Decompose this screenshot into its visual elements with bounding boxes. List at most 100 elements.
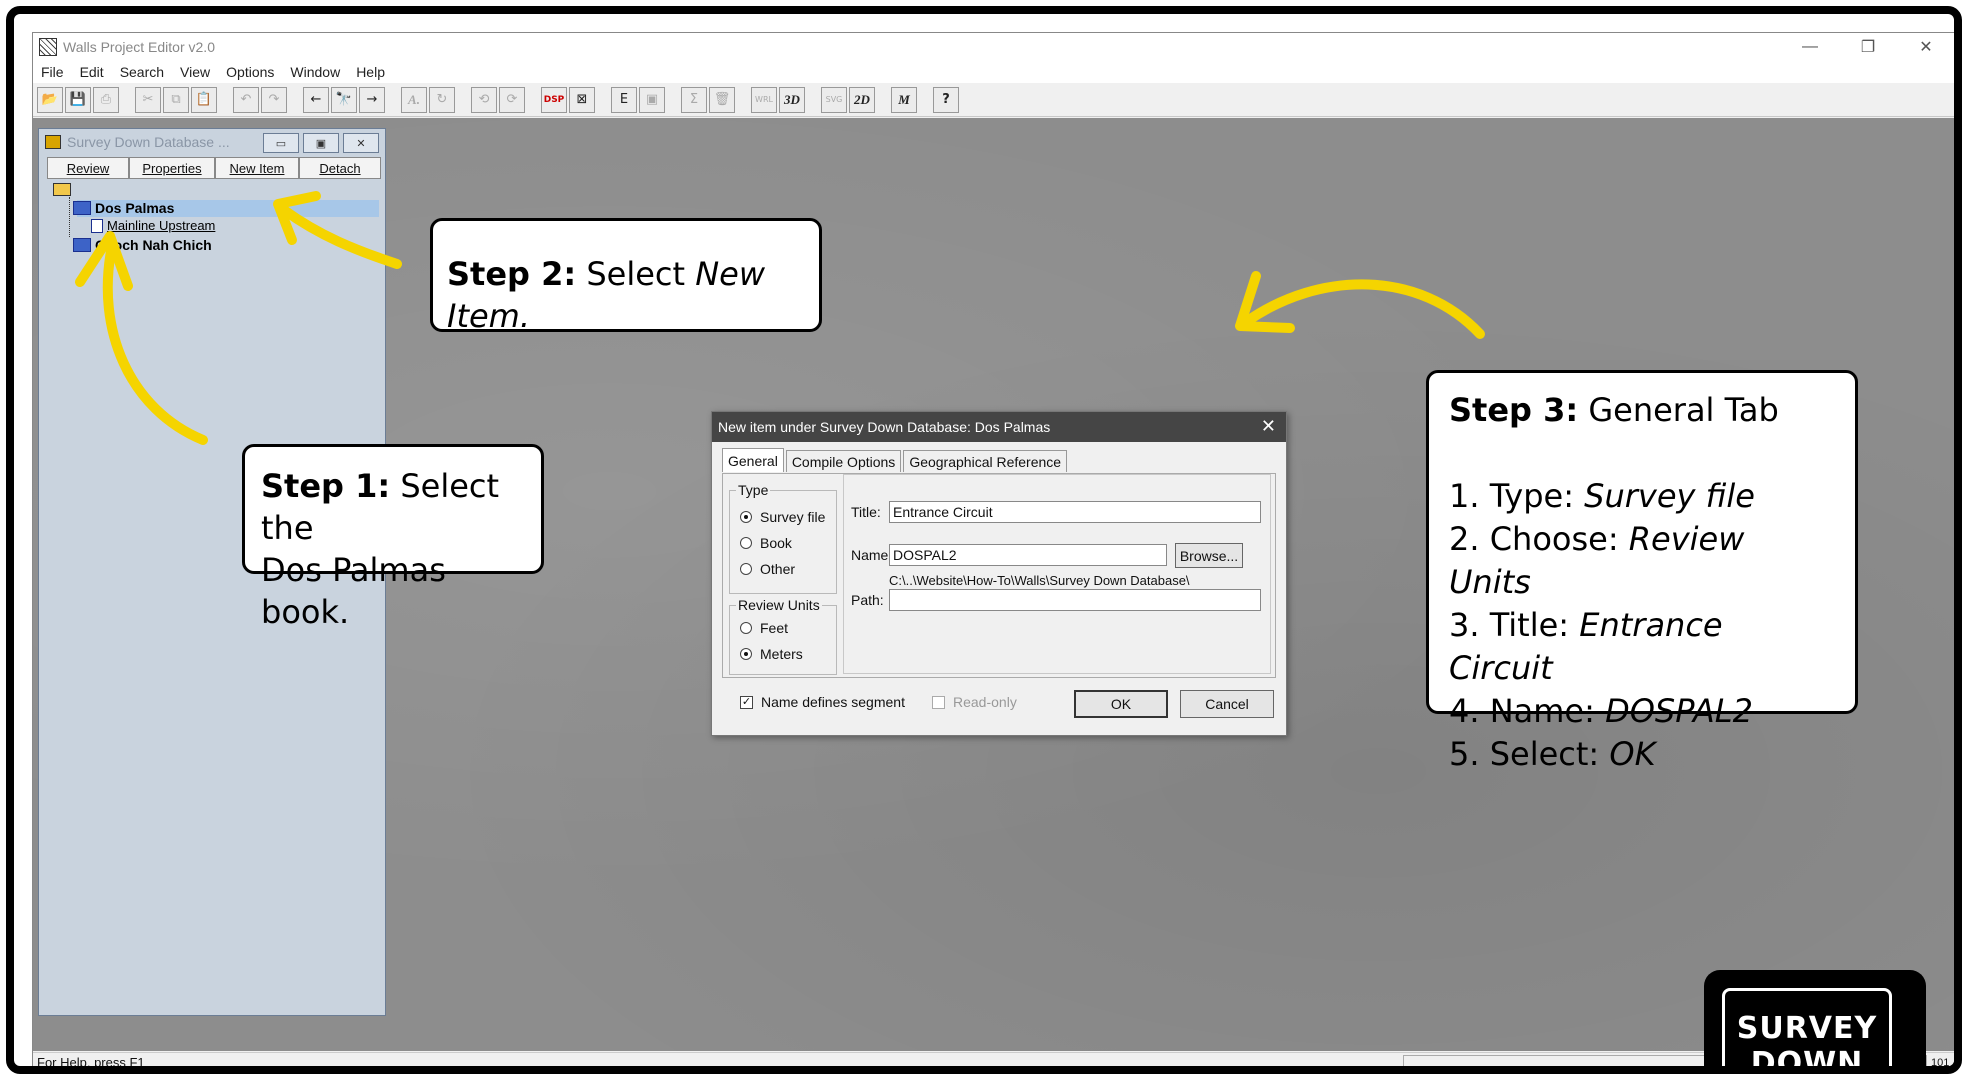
checkbox-icon — [932, 695, 945, 709]
edit-properties-icon[interactable]: E — [611, 86, 637, 113]
step2-text: Select — [576, 255, 696, 293]
step3-item: 5. Select: OK — [1449, 735, 1656, 773]
paste-icon[interactable]: 📋 — [191, 86, 217, 113]
print-icon[interactable]: ⎙ — [93, 86, 119, 113]
export-icon[interactable]: ⊠ — [569, 86, 595, 113]
menu-view[interactable]: View — [172, 64, 218, 80]
3d-view-icon[interactable]: 3D — [779, 86, 805, 113]
step3-label: Step 3: — [1449, 391, 1579, 429]
screenshot-frame: Walls Project Editor v2.0 — ❐ ✕ File Edi… — [6, 6, 1962, 1074]
radio-survey-file[interactable]: Survey file — [740, 509, 825, 525]
title-bar: Walls Project Editor v2.0 — ❐ ✕ — [33, 33, 1954, 61]
project-close-button[interactable]: ✕ — [343, 133, 379, 153]
tree-item-choch-nah-chich[interactable]: Choch Nah Chich — [73, 237, 212, 253]
new-item-button[interactable]: New Item — [215, 157, 299, 179]
radio-book[interactable]: Book — [740, 535, 792, 551]
delete-icon[interactable]: 🗑 — [709, 86, 735, 113]
sum-icon[interactable]: Σ — [681, 86, 707, 113]
step1-label: Step 1: — [261, 467, 391, 505]
step3-item: 4. Name: DOSPAL2 — [1449, 692, 1753, 730]
unlink-icon[interactable]: ⟳ — [499, 86, 525, 113]
menu-file[interactable]: File — [33, 64, 72, 80]
add-item-icon[interactable]: ▣ — [639, 86, 665, 113]
name-input[interactable]: DOSPAL2 — [889, 544, 1167, 566]
rename-icon[interactable]: A. — [401, 86, 427, 113]
menu-options[interactable]: Options — [218, 64, 282, 80]
radio-label: Other — [760, 561, 796, 577]
logo-line2: DOWN — [1750, 1046, 1864, 1074]
radio-feet[interactable]: Feet — [740, 620, 788, 636]
survey-file-icon — [91, 218, 103, 233]
title-input[interactable]: Entrance Circuit — [889, 501, 1261, 523]
tree-item-mainline-upstream[interactable]: Mainline Upstream — [91, 218, 215, 233]
step3-item: 2. Choose: Review Units — [1449, 520, 1745, 601]
browse-button[interactable]: Browse... — [1175, 543, 1243, 568]
menu-help[interactable]: Help — [348, 64, 393, 80]
review-units-group: Review Units Feet Meters — [729, 597, 837, 675]
step3-callout: Step 3: General Tab 1. Type: Survey file… — [1426, 370, 1858, 773]
properties-button[interactable]: Properties — [129, 157, 215, 179]
step3-item: 3. Title: Entrance Circuit — [1449, 606, 1723, 687]
dialog-close-icon[interactable]: ✕ — [1261, 416, 1276, 437]
tree-item-label: Mainline Upstream — [107, 218, 216, 233]
binoculars-icon[interactable]: 🔭 — [331, 86, 357, 113]
tab-general[interactable]: General — [722, 448, 784, 472]
radio-label: Book — [760, 535, 792, 551]
svg-icon[interactable]: SVG — [821, 86, 847, 113]
tab-geographical-reference[interactable]: Geographical Reference — [903, 450, 1068, 472]
read-only-checkbox[interactable]: Read-only — [932, 694, 1017, 710]
tree-item-dos-palmas[interactable]: Dos Palmas — [73, 200, 174, 216]
database-icon — [45, 135, 61, 149]
menu-bar: File Edit Search View Options Window Hel… — [33, 61, 1954, 83]
tree-item-label: Dos Palmas — [95, 200, 175, 216]
book-icon — [73, 201, 91, 215]
radio-meters[interactable]: Meters — [740, 646, 803, 662]
status-panel — [1403, 1054, 1743, 1066]
project-minimize-button[interactable]: ▭ — [263, 133, 299, 153]
2d-view-icon[interactable]: 2D — [849, 86, 875, 113]
wrl-icon[interactable]: WRL — [751, 86, 777, 113]
general-tab-panel: Type Survey file Book Other Review Units… — [722, 473, 1276, 678]
undo-icon[interactable]: ↶ — [233, 86, 259, 113]
checkbox-icon: ✓ — [740, 695, 753, 709]
back-arrow-icon[interactable]: ← — [303, 86, 329, 113]
window-title: Walls Project Editor v2.0 — [63, 39, 215, 55]
radio-label: Feet — [760, 620, 789, 636]
forward-arrow-icon[interactable]: → — [359, 86, 385, 113]
project-restore-button[interactable]: ▣ — [303, 133, 339, 153]
path-input[interactable] — [889, 589, 1261, 611]
minimize-button[interactable]: — — [1781, 33, 1839, 61]
link-icon[interactable]: ⟲ — [471, 86, 497, 113]
open-folder-icon[interactable]: 📂 — [37, 86, 63, 113]
path-hint: C:\..\Website\How-To\Walls\Survey Down D… — [889, 573, 1190, 588]
step1-callout: Step 1: Select the Dos Palmas book. — [242, 444, 544, 631]
menu-edit[interactable]: Edit — [72, 64, 112, 80]
name-defines-segment-checkbox[interactable]: ✓ Name defines segment — [740, 694, 905, 710]
close-button[interactable]: ✕ — [1897, 33, 1954, 61]
help-icon[interactable]: ? — [933, 86, 959, 113]
status-page: 101 — [1931, 1056, 1950, 1069]
cancel-button[interactable]: Cancel — [1180, 690, 1274, 718]
radio-other[interactable]: Other — [740, 561, 795, 577]
ok-button[interactable]: OK — [1074, 690, 1168, 718]
save-icon[interactable]: 💾 — [65, 86, 91, 113]
radio-icon — [740, 537, 752, 549]
radio-icon — [740, 511, 752, 523]
step3-text: General Tab — [1578, 391, 1779, 429]
cut-icon[interactable]: ✂ — [135, 86, 161, 113]
refresh-icon[interactable]: ↻ — [429, 86, 455, 113]
copy-icon[interactable]: ⧉ — [163, 86, 189, 113]
dsp-icon[interactable]: DSP — [541, 86, 567, 113]
menu-window[interactable]: Window — [282, 64, 348, 80]
folder-icon[interactable] — [53, 183, 71, 196]
review-button[interactable]: Review — [47, 157, 129, 179]
tab-compile-options[interactable]: Compile Options — [785, 450, 902, 472]
map-icon[interactable]: M — [891, 86, 917, 113]
detach-button[interactable]: Detach — [299, 157, 381, 179]
restore-button[interactable]: ❐ — [1839, 33, 1897, 61]
redo-icon[interactable]: ↷ — [261, 86, 287, 113]
dialog-title-bar: New item under Survey Down Database: Dos… — [712, 412, 1286, 442]
checkbox-label: Name defines segment — [761, 694, 905, 710]
menu-search[interactable]: Search — [112, 64, 172, 80]
radio-icon — [740, 563, 752, 575]
